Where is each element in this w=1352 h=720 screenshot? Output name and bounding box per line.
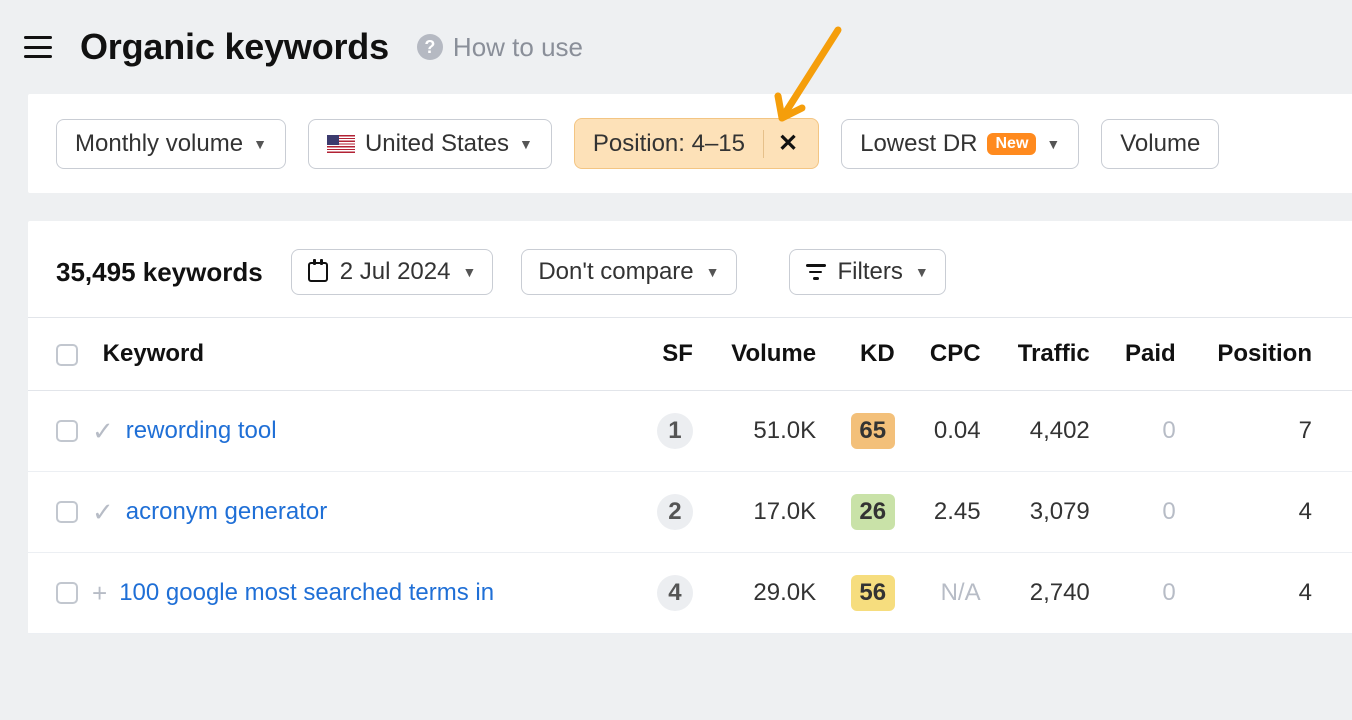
col-cpc[interactable]: CPC [909,318,995,391]
table-toolbar: 35,495 keywords 2 Jul 2024 ▼ Don't compa… [28,221,1352,317]
kd-badge: 56 [851,575,895,611]
select-all-checkbox[interactable] [56,344,78,366]
position-filter-label: Position: 4–15 [593,130,745,158]
keyword-link[interactable]: acronym generator [126,497,327,524]
plus-icon: + [92,578,107,608]
chip-divider [763,130,764,158]
header-bar: Organic keywords ? How to use [0,0,1352,94]
date-label: 2 Jul 2024 [340,258,451,286]
col-position[interactable]: Position [1190,318,1352,391]
cell-sf: 4 [637,553,707,634]
cell-keyword: +100 google most searched terms in [28,553,637,634]
row-checkbox[interactable] [56,501,78,523]
keywords-table-card: 35,495 keywords 2 Jul 2024 ▼ Don't compa… [28,221,1352,634]
col-paid[interactable]: Paid [1104,318,1190,391]
new-badge: New [987,133,1036,155]
table-row: ✓ rewording tool 1 51.0K 65 0.044,40207 [28,391,1352,472]
cell-paid: 0 [1104,472,1190,553]
kd-badge: 65 [851,413,895,449]
cell-kd: 56 [830,553,909,634]
col-volume[interactable]: Volume [707,318,830,391]
chevron-down-icon: ▼ [253,136,267,152]
how-to-use-link[interactable]: ? How to use [417,32,583,63]
table-header-row: Keyword SF Volume KD CPC Traffic Paid Po… [28,318,1352,391]
volume-mode-label: Monthly volume [75,130,243,158]
date-picker[interactable]: 2 Jul 2024 ▼ [291,249,494,295]
close-icon[interactable]: ✕ [776,129,800,158]
check-icon: ✓ [92,497,114,527]
chevron-down-icon: ▼ [1046,136,1060,152]
kd-badge: 26 [851,494,895,530]
col-keyword[interactable]: Keyword [28,318,637,391]
cell-kd: 26 [830,472,909,553]
cell-kd: 65 [830,391,909,472]
cell-traffic: 3,079 [995,472,1104,553]
cell-position: 7 [1190,391,1352,472]
lowest-dr-dropdown[interactable]: Lowest DR New ▼ [841,119,1079,169]
country-dropdown[interactable]: United States ▼ [308,119,552,169]
table-row: +100 google most searched terms in 4 29.0K… [28,553,1352,634]
country-label: United States [365,130,509,158]
filters-button[interactable]: Filters ▼ [789,249,946,295]
cell-cpc: 0.04 [909,391,995,472]
how-to-use-label: How to use [453,32,583,63]
sf-badge[interactable]: 2 [657,494,693,530]
keyword-link[interactable]: 100 google most searched terms in [119,578,494,605]
cell-paid: 0 [1104,391,1190,472]
compare-dropdown[interactable]: Don't compare ▼ [521,249,736,295]
cell-cpc: N/A [909,553,995,634]
col-sf[interactable]: SF [637,318,707,391]
cell-position: 4 [1190,553,1352,634]
cell-volume: 29.0K [707,553,830,634]
compare-label: Don't compare [538,258,693,286]
col-traffic[interactable]: Traffic [995,318,1104,391]
cell-keyword: ✓ acronym generator [28,472,637,553]
page-title: Organic keywords [80,26,389,68]
cell-sf: 2 [637,472,707,553]
chevron-down-icon: ▼ [519,136,533,152]
chevron-down-icon: ▼ [915,264,929,280]
sf-badge[interactable]: 1 [657,413,693,449]
volume-filter-dropdown[interactable]: Volume [1101,119,1219,169]
cell-traffic: 4,402 [995,391,1104,472]
check-icon: ✓ [92,416,114,446]
chevron-down-icon: ▼ [706,264,720,280]
cell-traffic: 2,740 [995,553,1104,634]
filter-icon [806,264,826,280]
sf-badge[interactable]: 4 [657,575,693,611]
col-kd[interactable]: KD [830,318,909,391]
row-checkbox[interactable] [56,582,78,604]
cell-cpc: 2.45 [909,472,995,553]
calendar-icon [308,262,328,282]
us-flag-icon [327,135,355,153]
position-filter-chip[interactable]: Position: 4–15 ✕ [574,118,819,169]
cell-position: 4 [1190,472,1352,553]
hamburger-menu-icon[interactable] [24,36,52,58]
volume-mode-dropdown[interactable]: Monthly volume ▼ [56,119,286,169]
row-checkbox[interactable] [56,420,78,442]
filters-label: Filters [838,258,903,286]
cell-volume: 17.0K [707,472,830,553]
cell-sf: 1 [637,391,707,472]
keyword-count: 35,495 keywords [56,257,263,288]
chevron-down-icon: ▼ [462,264,476,280]
keywords-table: Keyword SF Volume KD CPC Traffic Paid Po… [28,317,1352,634]
filter-toolbar: Monthly volume ▼ United States ▼ Positio… [28,94,1352,193]
help-icon: ? [417,34,443,60]
keyword-link[interactable]: rewording tool [126,416,277,443]
cell-paid: 0 [1104,553,1190,634]
volume-filter-label: Volume [1120,130,1200,158]
cell-keyword: ✓ rewording tool [28,391,637,472]
lowest-dr-label: Lowest DR [860,130,977,158]
cell-volume: 51.0K [707,391,830,472]
table-row: ✓ acronym generator 2 17.0K 26 2.453,07904 [28,472,1352,553]
